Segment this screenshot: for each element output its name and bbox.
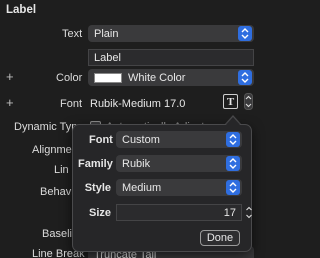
section-title: Label — [6, 4, 37, 16]
done-button[interactable]: Done — [200, 230, 240, 246]
color-label: Color — [56, 72, 83, 84]
color-value: White Color — [128, 71, 186, 84]
popover-arrow-fill — [225, 117, 241, 126]
popup-chevron-icon — [238, 26, 252, 41]
label-text-field[interactable]: Label — [88, 49, 254, 66]
text-type-popup[interactable]: Plain — [88, 25, 254, 42]
font-value: Rubik-Medium 17.0 — [90, 98, 186, 110]
color-popup[interactable]: White Color — [88, 69, 254, 86]
popover-family-label: Family — [78, 158, 113, 170]
popover-style-label: Style — [84, 182, 111, 194]
dynamic-type-label: Dynamic Typ — [14, 121, 78, 133]
alignment-label: Alignme — [32, 144, 72, 156]
popover-font-value: Custom — [122, 133, 160, 146]
popover-family-popup[interactable]: Rubik — [116, 155, 242, 172]
popover-font-popup[interactable]: Custom — [116, 131, 242, 148]
popup-chevron-icon — [226, 132, 240, 147]
font-label: Font — [60, 98, 83, 110]
popover-font-label: Font — [89, 134, 113, 146]
font-picker-icon[interactable]: T — [223, 94, 238, 109]
popover-size-label: Size — [88, 207, 111, 219]
popover-family-value: Rubik — [122, 157, 151, 170]
popup-chevron-icon — [226, 156, 240, 171]
popover-size-field[interactable]: 17 — [116, 204, 242, 221]
behavior-label: Behavi — [40, 186, 74, 198]
add-font-variation-icon[interactable]: + — [6, 95, 14, 110]
popover-style-value: Medium — [122, 181, 162, 194]
font-size-stepper-icon[interactable] — [244, 93, 253, 110]
size-stepper-icon[interactable] — [245, 204, 253, 221]
add-color-variation-icon[interactable]: + — [6, 69, 14, 84]
lines-label: Lin — [54, 164, 69, 176]
popup-chevron-icon — [238, 70, 252, 85]
popup-chevron-icon — [226, 180, 240, 195]
text-type-value: Plain — [94, 27, 119, 40]
popover-style-popup[interactable]: Medium — [116, 179, 242, 196]
text-label: Text — [62, 28, 83, 40]
color-swatch — [94, 72, 122, 83]
